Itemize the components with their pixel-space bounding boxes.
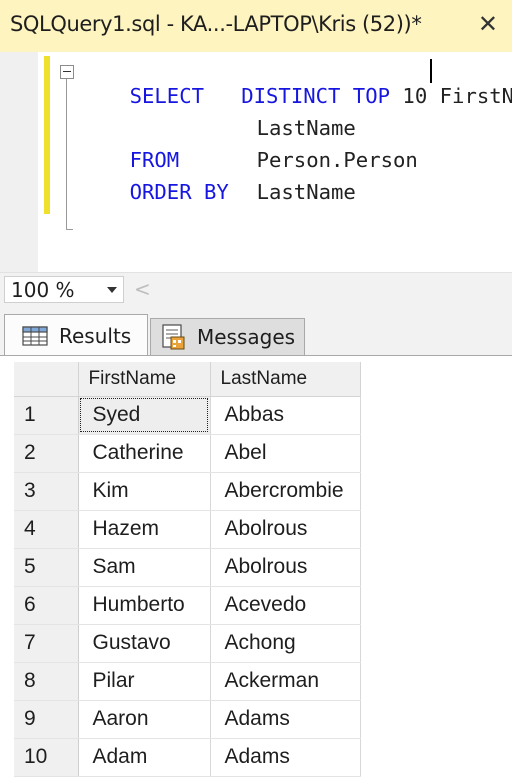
grid-cell-lastname[interactable]: Abercrombie <box>210 472 361 511</box>
tab-messages[interactable]: Messages <box>150 318 305 355</box>
result-tabs: Results Messages <box>0 304 512 356</box>
row-number[interactable]: 8 <box>14 662 79 701</box>
table-row: 1 Syed Abbas <box>14 396 361 435</box>
grid-cell-firstname[interactable]: Sam <box>78 548 211 587</box>
outline-line <box>66 79 67 229</box>
table-row: 4 Hazem Abolrous <box>14 510 361 549</box>
zoom-value: 100 % <box>11 278 75 302</box>
row-number[interactable]: 6 <box>14 586 79 625</box>
text-caret <box>430 59 432 83</box>
grid-cell-lastname[interactable]: Ackerman <box>210 662 361 701</box>
table-row: 8 Pilar Ackerman <box>14 662 361 701</box>
document-tab-title[interactable]: SQLQuery1.sql - KA...-LAPTOP\Kris (52))* <box>10 12 422 36</box>
grid-icon <box>22 325 48 346</box>
grid-cell-lastname[interactable]: Abbas <box>210 396 361 435</box>
row-number[interactable]: 1 <box>14 396 79 435</box>
tab-results[interactable]: Results <box>4 314 148 356</box>
row-number[interactable]: 10 <box>14 738 79 777</box>
grid-cell-lastname[interactable]: Adams <box>210 700 361 739</box>
row-number[interactable]: 4 <box>14 510 79 549</box>
chevron-down-icon[interactable] <box>107 287 117 293</box>
row-number[interactable]: 2 <box>14 434 79 473</box>
top-count: 10 <box>402 84 428 108</box>
row-number[interactable]: 9 <box>14 700 79 739</box>
order-column: LastName <box>256 180 356 204</box>
collapse-outline-icon[interactable] <box>60 65 74 79</box>
table-row: 9 Aaron Adams <box>14 700 361 739</box>
messages-icon <box>162 324 185 350</box>
grid-cell-firstname[interactable]: Kim <box>78 472 211 511</box>
scroll-left-icon[interactable]: < <box>134 277 151 301</box>
column-header-lastname[interactable]: LastName <box>210 362 361 397</box>
grid-cell-lastname[interactable]: Achong <box>210 624 361 663</box>
tab-results-label: Results <box>59 323 132 348</box>
grid-cell-lastname[interactable]: Abolrous <box>210 510 361 549</box>
results-grid-area: FirstName LastName 1 Syed Abbas 2 Cather… <box>0 356 512 784</box>
grid-cell-lastname[interactable]: Adams <box>210 738 361 777</box>
column-firstname-partial: FirstN <box>439 84 512 108</box>
grid-cell-firstname[interactable]: Hazem <box>78 510 211 549</box>
grid-cell-firstname[interactable]: Aaron <box>78 700 211 739</box>
outline-tick <box>66 229 73 230</box>
grid-cell-firstname[interactable]: Gustavo <box>78 624 211 663</box>
results-grid: FirstName LastName 1 Syed Abbas 2 Cather… <box>14 362 361 777</box>
grid-cell-firstname[interactable]: Pilar <box>78 662 211 701</box>
table-row: 10 Adam Adams <box>14 738 361 777</box>
table-row: 5 Sam Abolrous <box>14 548 361 587</box>
code-line-4-col: LastName <box>207 153 356 231</box>
grid-corner[interactable] <box>14 362 79 397</box>
document-tab[interactable]: SQLQuery1.sql - KA...-LAPTOP\Kris (52))*… <box>0 0 512 52</box>
zoom-dropdown[interactable]: 100 % <box>4 276 124 303</box>
grid-cell-firstname[interactable]: Syed <box>78 396 211 435</box>
table-row: 7 Gustavo Achong <box>14 624 361 663</box>
table-row: 2 Catherine Abel <box>14 434 361 473</box>
grid-cell-lastname[interactable]: Abel <box>210 434 361 473</box>
grid-header-row: FirstName LastName <box>14 362 361 397</box>
row-number[interactable]: 5 <box>14 548 79 587</box>
table-row: 6 Humberto Acevedo <box>14 586 361 625</box>
row-number[interactable]: 7 <box>14 624 79 663</box>
grid-cell-lastname[interactable]: Acevedo <box>210 586 361 625</box>
row-number[interactable]: 3 <box>14 472 79 511</box>
grid-cell-firstname[interactable]: Adam <box>78 738 211 777</box>
grid-cell-firstname[interactable]: Catherine <box>78 434 211 473</box>
tab-messages-label: Messages <box>197 325 296 349</box>
editor-gutter <box>0 52 38 272</box>
column-header-firstname[interactable]: FirstName <box>78 362 211 397</box>
keyword-select: SELECT <box>129 84 205 108</box>
change-tracking-bar <box>44 56 50 214</box>
zoom-strip: 100 % < <box>0 272 512 305</box>
grid-cell-firstname[interactable]: Humberto <box>78 586 211 625</box>
grid-cell-lastname[interactable]: Abolrous <box>210 548 361 587</box>
close-icon[interactable]: ✕ <box>478 9 498 39</box>
table-row: 3 Kim Abercrombie <box>14 472 361 511</box>
query-editor[interactable]: SELECT DISTINCT TOP 10 FirstN LastName F… <box>0 52 512 272</box>
